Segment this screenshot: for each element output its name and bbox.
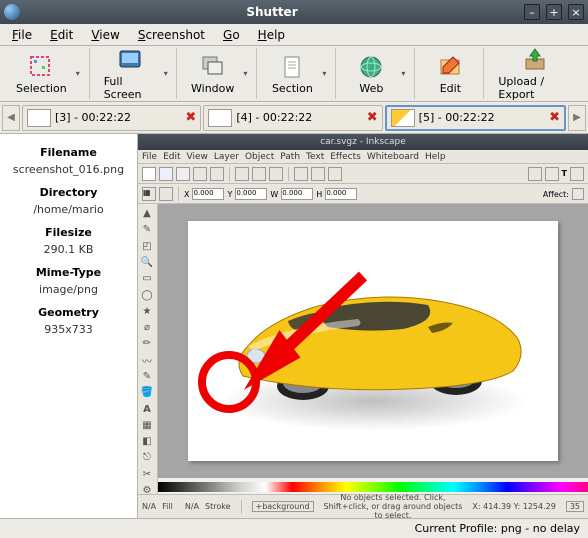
- upload-button[interactable]: Upload / Export: [492, 44, 578, 103]
- tab-thumb-icon: [391, 109, 415, 127]
- app-icon: [4, 4, 20, 20]
- tab-close-icon[interactable]: ✖: [185, 110, 196, 125]
- prop-filesize-val: 290.1 KB: [4, 243, 133, 256]
- inkscape-toolbox: ▲✎◰🔍▭◯★⌀✏〰✎🪣A▦◧⎋✂⚙: [138, 204, 158, 498]
- color-palette: [158, 482, 588, 492]
- selection-button[interactable]: Selection: [10, 51, 73, 97]
- prop-filesize-key: Filesize: [4, 226, 133, 239]
- menu-file[interactable]: File: [4, 26, 40, 44]
- main-toolbar: Selection ▾ Full Screen ▾ Window ▾ Secti…: [0, 46, 588, 102]
- fullscreen-button[interactable]: Full Screen: [98, 44, 162, 103]
- tab-label: [3] - 00:22:22: [55, 111, 131, 124]
- prop-mime-val: image/png: [4, 283, 133, 296]
- prop-mime-key: Mime-Type: [4, 266, 133, 279]
- web-dropdown[interactable]: ▾: [398, 69, 408, 78]
- edit-icon: [436, 53, 464, 81]
- menu-edit[interactable]: Edit: [42, 26, 81, 44]
- menubar: File Edit View Screenshot Go Help: [0, 24, 588, 46]
- web-button[interactable]: Web: [344, 51, 398, 97]
- tab-close-icon[interactable]: ✖: [367, 110, 378, 125]
- edit-button[interactable]: Edit: [423, 51, 477, 97]
- tab-4[interactable]: [4] - 00:22:22 ✖: [203, 105, 382, 131]
- tab-bar: ◀ [3] - 00:22:22 ✖ [4] - 00:22:22 ✖ [5] …: [0, 102, 588, 134]
- statusbar: Current Profile: png - no delay: [0, 518, 588, 538]
- prop-filename-key: Filename: [4, 146, 133, 159]
- prop-geom-val: 935x733: [4, 323, 133, 336]
- maximize-button[interactable]: +: [546, 4, 562, 20]
- prop-directory-val: /home/mario: [4, 203, 133, 216]
- inkscape-canvas: [158, 204, 588, 478]
- menu-go[interactable]: Go: [215, 26, 248, 44]
- prop-filename-val: screenshot_016.png: [4, 163, 133, 176]
- window-icon: [199, 53, 227, 81]
- tab-close-icon[interactable]: ✖: [549, 110, 560, 125]
- window-titlebar: Shutter – + ×: [0, 0, 588, 24]
- tab-thumb-icon: [27, 109, 51, 127]
- tab-thumb-icon: [208, 109, 232, 127]
- inkscape-menubar: FileEditViewLayerObjectPathTextEffectsWh…: [138, 150, 588, 164]
- window-title: Shutter: [26, 5, 518, 19]
- menu-view[interactable]: View: [83, 26, 127, 44]
- tab-3[interactable]: [3] - 00:22:22 ✖: [22, 105, 201, 131]
- window-dropdown[interactable]: ▾: [240, 69, 250, 78]
- properties-panel: Filename screenshot_016.png Directory/hom…: [0, 134, 138, 518]
- web-icon: [357, 53, 385, 81]
- inkscape-toolbars: T ▦X0.000Y0.000W0.000H0.000Affect:: [138, 164, 588, 204]
- close-button[interactable]: ×: [568, 4, 584, 20]
- tab-prev-button[interactable]: ◀: [2, 105, 20, 131]
- fullscreen-icon: [116, 46, 144, 74]
- canvas-page: [188, 221, 558, 461]
- inkscape-statusbar: N/AFillN/AStroke +background No objects …: [138, 494, 588, 518]
- prop-directory-key: Directory: [4, 186, 133, 199]
- tab-label: [5] - 00:22:22: [419, 111, 495, 124]
- status-text: Current Profile: png - no delay: [415, 522, 580, 535]
- minimize-button[interactable]: –: [524, 4, 540, 20]
- inkscape-titlebar: car.svgz - Inkscape: [138, 134, 588, 150]
- section-dropdown[interactable]: ▾: [319, 69, 329, 78]
- menu-screenshot[interactable]: Screenshot: [130, 26, 213, 44]
- section-icon: [278, 53, 306, 81]
- screenshot-preview: car.svgz - Inkscape FileEditViewLayerObj…: [138, 134, 588, 518]
- window-button[interactable]: Window: [185, 51, 240, 97]
- annotation-arrow-icon: [238, 261, 378, 391]
- tab-5[interactable]: [5] - 00:22:22 ✖: [385, 105, 566, 131]
- tab-label: [4] - 00:22:22: [236, 111, 312, 124]
- selection-dropdown[interactable]: ▾: [73, 69, 83, 78]
- menu-help[interactable]: Help: [250, 26, 293, 44]
- selection-icon: [27, 53, 55, 81]
- prop-geom-key: Geometry: [4, 306, 133, 319]
- section-button[interactable]: Section: [265, 51, 319, 97]
- upload-icon: [521, 46, 549, 74]
- tab-next-button[interactable]: ▶: [568, 105, 586, 131]
- fullscreen-dropdown[interactable]: ▾: [161, 69, 170, 78]
- pointer-tool-icon: ▲: [138, 206, 156, 221]
